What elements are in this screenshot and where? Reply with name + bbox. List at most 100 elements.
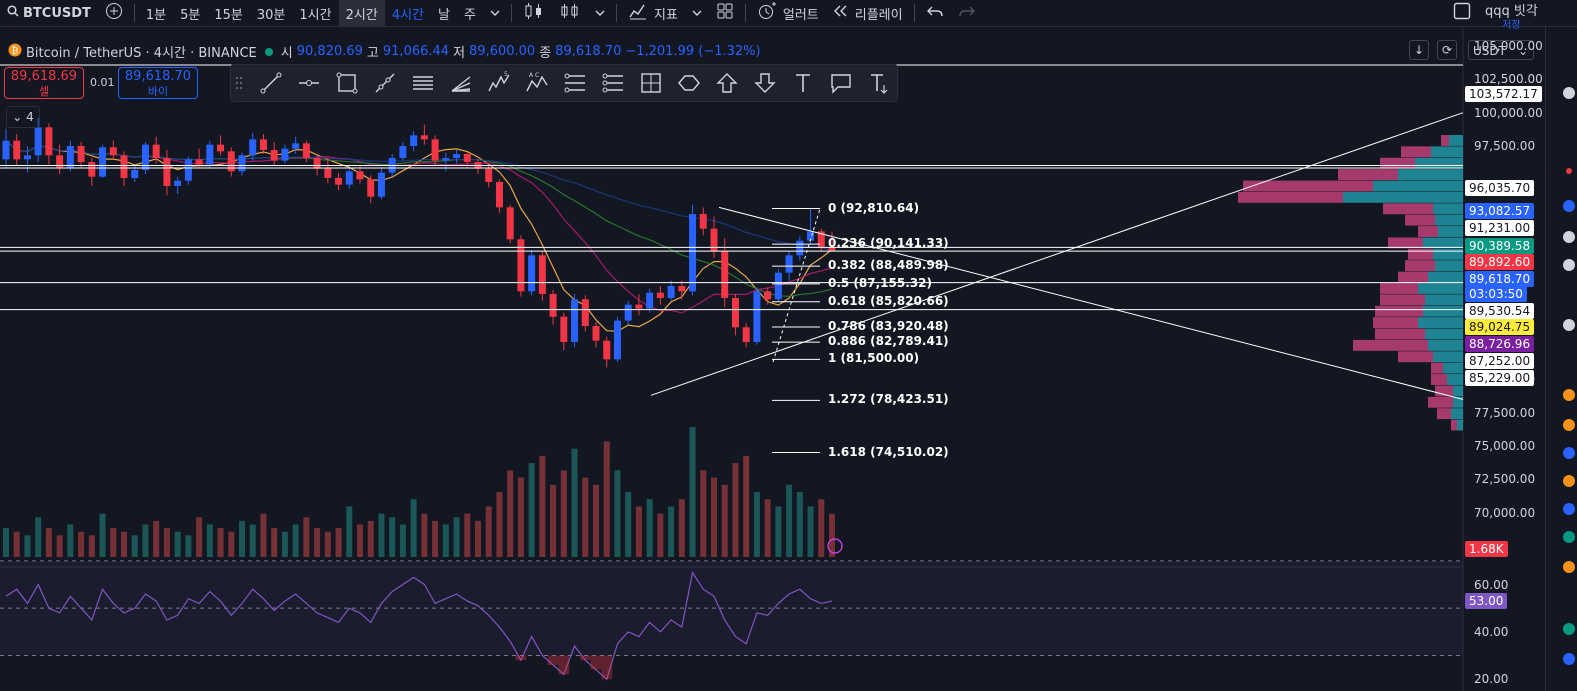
interval-1m[interactable]: 1분 xyxy=(139,0,173,26)
watchlist-item-icon[interactable] xyxy=(1563,419,1575,431)
buy-button[interactable]: 89,618.70 바이 xyxy=(118,67,198,99)
indicators-button[interactable]: 지표 xyxy=(621,0,685,26)
alarm-clock-icon xyxy=(757,2,777,24)
drawings[interactable] xyxy=(0,64,1464,554)
fib-retracement-tool-icon[interactable] xyxy=(563,71,587,95)
arrow-down-tool-icon[interactable] xyxy=(753,71,777,95)
watchlist-item-icon[interactable] xyxy=(1563,475,1575,487)
ray-tool-icon[interactable] xyxy=(373,71,397,95)
rectangle-tool-icon[interactable] xyxy=(335,71,359,95)
scroll-to-latest-button[interactable]: ↓ xyxy=(1409,40,1429,60)
volume-bar xyxy=(260,513,267,557)
divider xyxy=(615,4,617,22)
candle-body xyxy=(410,135,418,146)
alert-button[interactable]: 얼러트 xyxy=(750,0,826,26)
interval-week[interactable]: 주 xyxy=(457,0,483,26)
divider xyxy=(744,4,746,22)
sell-button[interactable]: 89,618.69 셀 xyxy=(4,67,84,99)
interval-30m[interactable]: 30분 xyxy=(250,0,293,26)
volume-bar xyxy=(711,477,717,557)
watchlist-item-icon[interactable] xyxy=(1566,168,1572,174)
interval-5m[interactable]: 5분 xyxy=(173,0,207,26)
change-value: −1,201.99 (−1.32%) xyxy=(625,44,761,59)
long-position-tool-icon[interactable] xyxy=(639,71,663,95)
price-tick-label: 105,000.00 xyxy=(1474,39,1543,53)
price-tick-label: 77,500.00 xyxy=(1474,405,1536,420)
callout-tool-icon[interactable] xyxy=(829,71,853,95)
drag-handle-icon[interactable] xyxy=(233,71,245,95)
symbol-title[interactable]: Bitcoin / TetherUS · 4시간 · BINANCE xyxy=(26,42,257,61)
volume-bar xyxy=(99,513,106,557)
watchlist-item-icon[interactable] xyxy=(1563,653,1575,665)
volume-bar xyxy=(153,520,160,557)
price-tick-label: 100,000.00 xyxy=(1474,105,1543,120)
watchlist-item-icon[interactable] xyxy=(1563,319,1575,331)
elliott-wave-tool-icon[interactable]: 5 xyxy=(487,71,511,95)
watchlist-item-icon[interactable] xyxy=(1563,531,1575,543)
anchored-text-tool-icon[interactable] xyxy=(867,71,891,95)
undo-button[interactable] xyxy=(919,0,951,26)
bar-type-dropdown[interactable] xyxy=(588,0,612,26)
volume-bars xyxy=(3,427,835,557)
horizontal-line-tool-icon[interactable] xyxy=(297,71,321,95)
symbol-search-button[interactable]: BTCUSDT xyxy=(0,0,98,26)
layouts-button[interactable] xyxy=(709,0,741,26)
text-tool-icon[interactable] xyxy=(791,71,815,95)
compare-button[interactable] xyxy=(98,0,130,26)
trend-line-tool-icon[interactable] xyxy=(259,71,283,95)
watchlist-item-icon[interactable] xyxy=(1563,259,1575,271)
indicators-dropdown[interactable] xyxy=(685,0,709,26)
interval-dropdown[interactable] xyxy=(483,0,507,26)
fullscreen-button[interactable] xyxy=(1446,0,1478,26)
fib-extension-tool-icon[interactable] xyxy=(601,71,625,95)
candle-body xyxy=(45,127,53,156)
volume-bar xyxy=(174,531,181,557)
interval-4h[interactable]: 4시간 xyxy=(385,0,431,26)
fib-fan-tool-icon[interactable] xyxy=(449,71,473,95)
replay-button[interactable]: 리플레이 xyxy=(826,0,910,26)
price-chart[interactable] xyxy=(0,27,1545,691)
volume-profile-buy-bar xyxy=(1428,339,1463,351)
arrow-up-tool-icon[interactable] xyxy=(715,71,739,95)
rsi-pane xyxy=(0,560,1463,681)
interval-1h[interactable]: 1시간 xyxy=(292,0,338,26)
price-level-badge: 90,389.58 xyxy=(1465,238,1535,254)
abcd-pattern-tool-icon[interactable]: A C xyxy=(525,71,549,95)
bar-type-button[interactable] xyxy=(516,0,552,26)
watchlist-item-icon[interactable] xyxy=(1563,561,1575,573)
watchlist-item-icon[interactable] xyxy=(1563,447,1575,459)
interval-day[interactable]: 날 xyxy=(431,0,457,26)
indicators-collapse-button[interactable]: ⌄ 4 xyxy=(6,106,40,128)
volume-bar xyxy=(668,506,675,557)
volume-bar xyxy=(528,463,535,557)
chevron-down-icon xyxy=(595,6,605,21)
open-key: 시 xyxy=(280,46,293,61)
bar-type-alt-button[interactable] xyxy=(552,0,588,26)
volume-bar xyxy=(786,484,793,557)
volume-bar xyxy=(818,499,825,557)
candle-body xyxy=(699,214,707,229)
volume-profile-buy-bar xyxy=(1431,146,1463,158)
volume-bar xyxy=(732,463,739,557)
drawing-toolbar: 5 A C xyxy=(230,64,898,102)
redo-button[interactable] xyxy=(951,0,983,26)
watchlist-item-icon[interactable] xyxy=(1563,503,1575,515)
watchlist-item-icon[interactable] xyxy=(1563,623,1575,635)
candle-body xyxy=(34,127,42,156)
interval-2h[interactable]: 2시간 xyxy=(338,0,385,26)
volume-profile-sell-bar xyxy=(1431,362,1443,374)
watchlist-item-icon[interactable] xyxy=(1563,389,1575,401)
shape-ellipse-tool-icon[interactable] xyxy=(677,71,701,95)
watchlist-sidebar[interactable] xyxy=(1545,27,1577,691)
low-key: 저 xyxy=(453,46,466,61)
watchlist-item-icon[interactable] xyxy=(1563,87,1575,99)
volume-profile-sell-bar xyxy=(1388,237,1423,249)
volume-bar xyxy=(35,517,42,557)
close-value: 89,618.70 xyxy=(555,44,622,59)
parallel-channel-tool-icon[interactable] xyxy=(411,71,435,95)
reset-scale-button[interactable]: ⟳ xyxy=(1437,40,1457,60)
watchlist-item-icon[interactable] xyxy=(1563,200,1575,212)
volume-bar xyxy=(410,499,417,557)
watchlist-item-icon[interactable] xyxy=(1563,231,1575,243)
interval-15m[interactable]: 15분 xyxy=(207,0,250,26)
